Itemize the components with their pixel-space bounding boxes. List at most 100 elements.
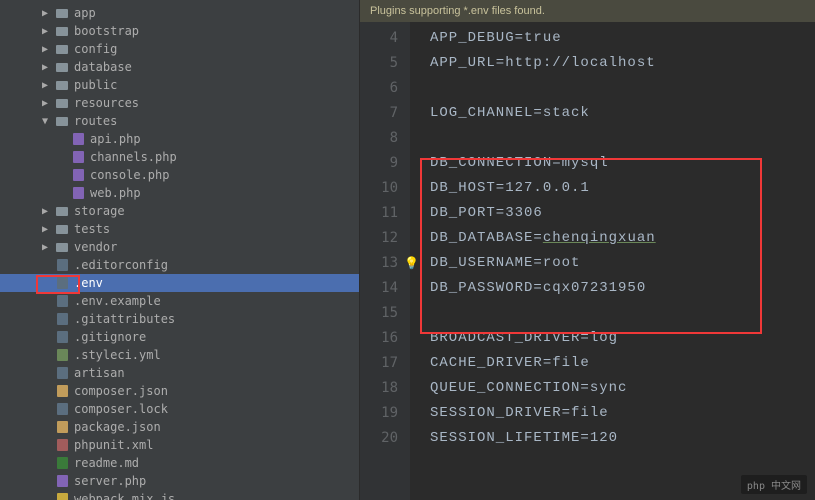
tree-item-composer-json[interactable]: composer.json: [0, 382, 359, 400]
tree-item-web-php[interactable]: web.php: [0, 184, 359, 202]
tree-item-server-php[interactable]: server.php: [0, 472, 359, 490]
code-line[interactable]: DB_USERNAME=root: [430, 251, 815, 276]
line-number: 14: [360, 276, 398, 301]
code-line[interactable]: LOG_CHANNEL=stack: [430, 101, 815, 126]
folder-icon-icon: [54, 99, 70, 108]
expand-arrow-icon[interactable]: ▶: [42, 44, 54, 55]
generic-icon: [54, 331, 70, 343]
tree-item-phpunit-xml[interactable]: phpunit.xml: [0, 436, 359, 454]
expand-arrow-icon[interactable]: ▶: [42, 224, 54, 235]
tree-item-label: artisan: [74, 366, 125, 380]
code-line[interactable]: CACHE_DRIVER=file: [430, 351, 815, 376]
tree-item-label: server.php: [74, 474, 146, 488]
code-line[interactable]: DB_HOST=127.0.0.1: [430, 176, 815, 201]
tree-item-label: .env.example: [74, 294, 161, 308]
xml-icon: [54, 439, 70, 451]
tree-item-label: channels.php: [90, 150, 177, 164]
code-line[interactable]: SESSION_DRIVER=file: [430, 401, 815, 426]
expand-arrow-icon[interactable]: ▶: [42, 26, 54, 37]
code-line[interactable]: [430, 76, 815, 101]
tree-item-label: database: [74, 60, 132, 74]
editor-area: Plugins supporting *.env files found. 45…: [360, 0, 815, 500]
tree-item-composer-lock[interactable]: composer.lock: [0, 400, 359, 418]
generic-icon: [54, 367, 70, 379]
tree-item-bootstrap[interactable]: ▶bootstrap: [0, 22, 359, 40]
tree-item--gitignore[interactable]: .gitignore: [0, 328, 359, 346]
tree-item--gitattributes[interactable]: .gitattributes: [0, 310, 359, 328]
tree-item-label: .gitattributes: [74, 312, 175, 326]
tree-item-vendor[interactable]: ▶vendor: [0, 238, 359, 256]
tree-item-public[interactable]: ▶public: [0, 76, 359, 94]
tree-item--editorconfig[interactable]: .editorconfig: [0, 256, 359, 274]
tree-item--env-example[interactable]: .env.example: [0, 292, 359, 310]
json-icon: [54, 421, 70, 433]
generic-icon: [54, 403, 70, 415]
tree-item-label: webpack.mix.js: [74, 492, 175, 500]
tree-item-config[interactable]: ▶config: [0, 40, 359, 58]
expand-arrow-icon[interactable]: ▶: [42, 98, 54, 109]
tree-item--styleci-yml[interactable]: .styleci.yml: [0, 346, 359, 364]
code-line[interactable]: DB_DATABASE=chenqingxuan: [430, 226, 815, 251]
expand-arrow-icon[interactable]: ▶: [42, 80, 54, 91]
watermark: php 中文网: [741, 475, 807, 494]
project-tree-sidebar[interactable]: ▶app▶bootstrap▶config▶database▶public▶re…: [0, 0, 360, 500]
tree-item-label: phpunit.xml: [74, 438, 153, 452]
generic-icon: [54, 313, 70, 325]
expand-arrow-icon[interactable]: ▶: [42, 206, 54, 217]
code-line[interactable]: APP_DEBUG=true: [430, 26, 815, 51]
php-icon: [70, 151, 86, 163]
code-line[interactable]: DB_PASSWORD=cqx07231950: [430, 276, 815, 301]
tree-item-console-php[interactable]: console.php: [0, 166, 359, 184]
php-icon: [70, 133, 86, 145]
line-number: 7: [360, 101, 398, 126]
expand-arrow-icon[interactable]: ▶: [42, 8, 54, 19]
plugin-notification-bar[interactable]: Plugins supporting *.env files found.: [360, 0, 815, 22]
line-number: 4: [360, 26, 398, 51]
tree-item-tests[interactable]: ▶tests: [0, 220, 359, 238]
tree-item-routes[interactable]: ▼ routes: [0, 112, 359, 130]
tree-item-label: resources: [74, 96, 139, 110]
tree-item-package-json[interactable]: package.json: [0, 418, 359, 436]
code-editor[interactable]: 4567891011121314151617181920 APP_DEBUG=t…: [360, 22, 815, 500]
code-line[interactable]: APP_URL=http://localhost: [430, 51, 815, 76]
tree-item-label: routes: [74, 114, 117, 128]
line-number-gutter: 4567891011121314151617181920: [360, 22, 410, 500]
tree-item-storage[interactable]: ▶storage: [0, 202, 359, 220]
tree-item-label: .styleci.yml: [74, 348, 161, 362]
expand-arrow-icon[interactable]: ▼: [42, 116, 54, 127]
tree-item-label: .editorconfig: [74, 258, 168, 272]
folder-icon-icon: [54, 225, 70, 234]
tree-item-webpack-mix-js[interactable]: webpack.mix.js: [0, 490, 359, 500]
folder-icon-icon: [54, 45, 70, 54]
code-line[interactable]: QUEUE_CONNECTION=sync: [430, 376, 815, 401]
tree-item-readme-md[interactable]: readme.md: [0, 454, 359, 472]
line-number: 17: [360, 351, 398, 376]
code-line[interactable]: [430, 126, 815, 151]
expand-arrow-icon[interactable]: ▶: [42, 62, 54, 73]
generic-icon: [54, 295, 70, 307]
tree-item--env[interactable]: .env: [0, 274, 359, 292]
folder-icon-icon: [54, 207, 70, 216]
generic-icon: [54, 277, 70, 289]
code-line[interactable]: DB_PORT=3306: [430, 201, 815, 226]
php-icon: [70, 187, 86, 199]
tree-item-app[interactable]: ▶app: [0, 4, 359, 22]
code-line[interactable]: DB_CONNECTION=mysql: [430, 151, 815, 176]
folder-icon-icon: [54, 81, 70, 90]
tree-item-label: package.json: [74, 420, 161, 434]
code-line[interactable]: [430, 301, 815, 326]
tree-item-artisan[interactable]: artisan: [0, 364, 359, 382]
tree-item-label: readme.md: [74, 456, 139, 470]
line-number: 9: [360, 151, 398, 176]
php-icon: [54, 475, 70, 487]
expand-arrow-icon[interactable]: ▶: [42, 242, 54, 253]
code-line[interactable]: BROADCAST_DRIVER=log: [430, 326, 815, 351]
js-icon: [54, 493, 70, 500]
code-content[interactable]: APP_DEBUG=trueAPP_URL=http://localhost LO…: [410, 22, 815, 500]
tree-item-api-php[interactable]: api.php: [0, 130, 359, 148]
tree-item-database[interactable]: ▶ database: [0, 58, 359, 76]
tree-item-channels-php[interactable]: channels.php: [0, 148, 359, 166]
tree-item-label: composer.json: [74, 384, 168, 398]
code-line[interactable]: SESSION_LIFETIME=120: [430, 426, 815, 451]
tree-item-resources[interactable]: ▶ resources: [0, 94, 359, 112]
